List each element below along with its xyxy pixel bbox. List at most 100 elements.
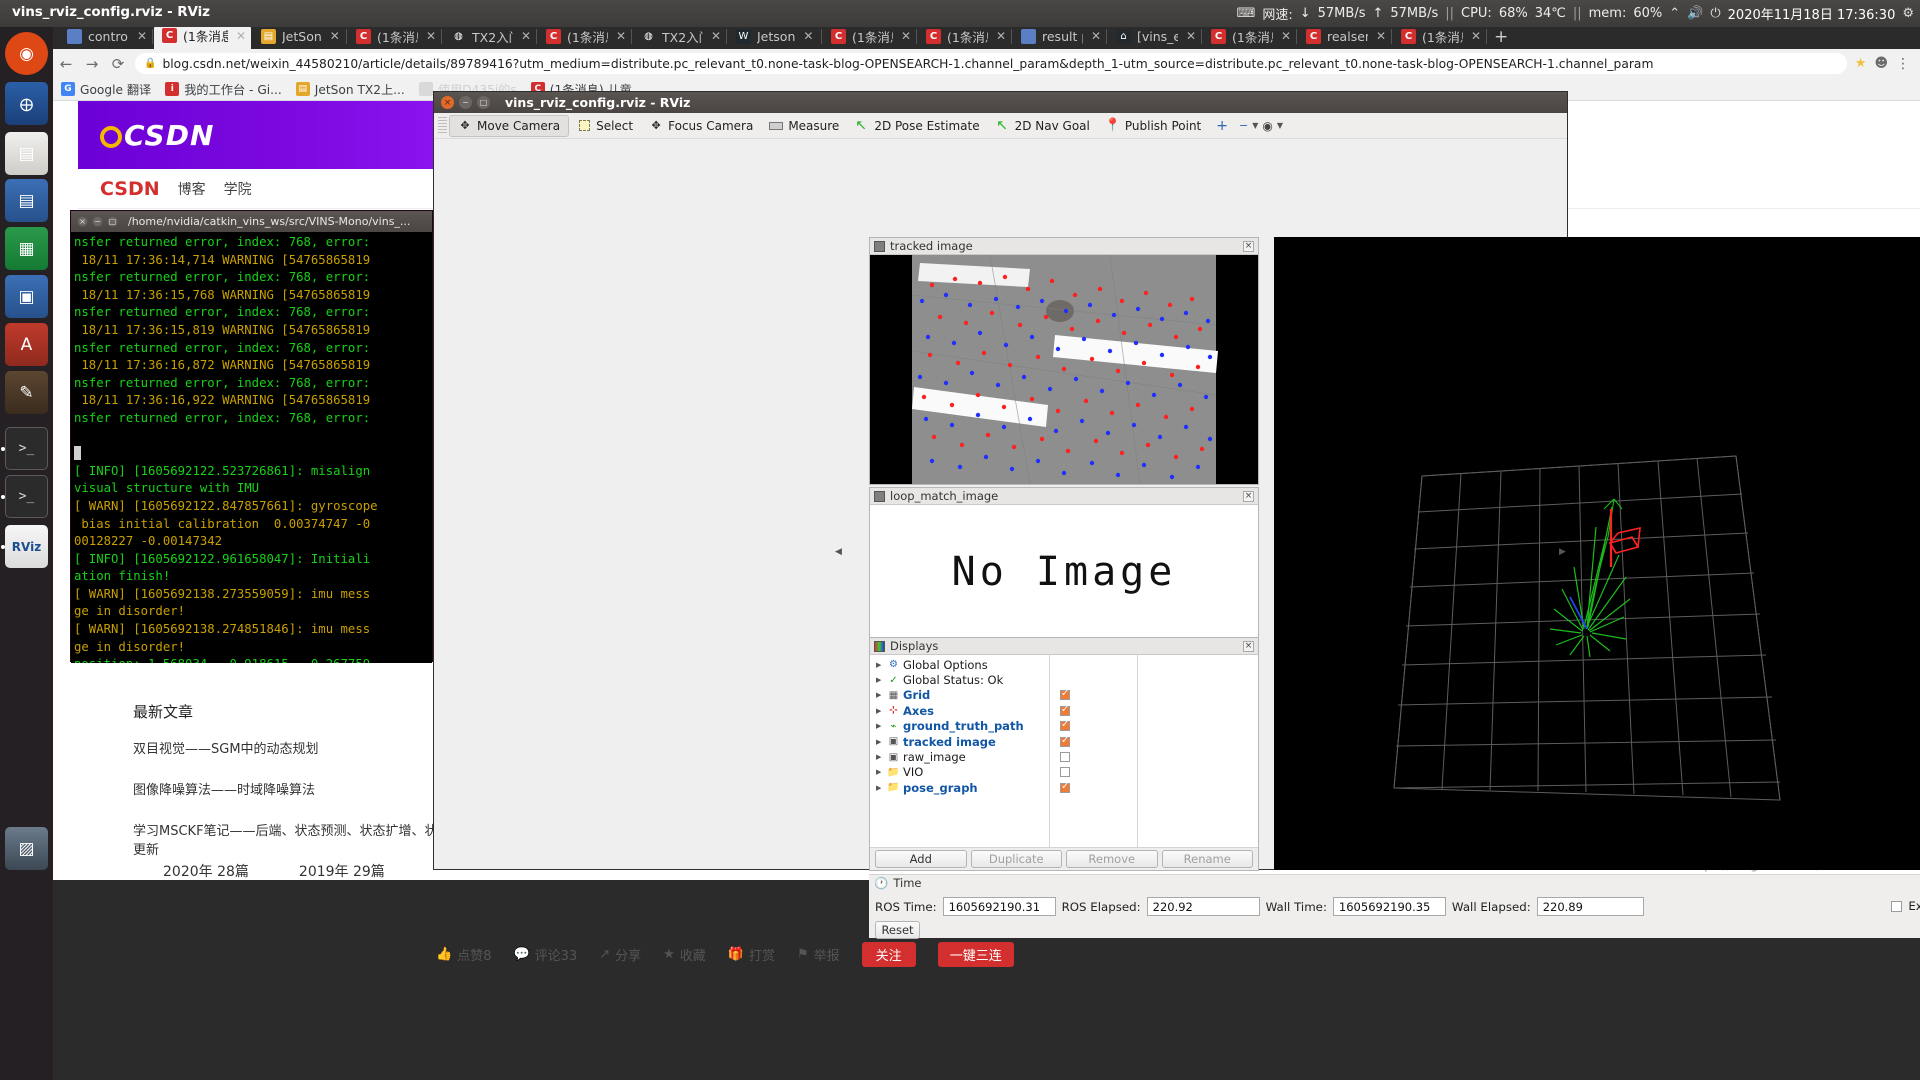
tab-close-icon[interactable]: ✕ bbox=[330, 29, 340, 43]
displays-enable-cell[interactable] bbox=[1050, 734, 1137, 749]
volume-icon[interactable]: 🔊 bbox=[1687, 7, 1703, 20]
launcher-libreoffice-calc-icon[interactable]: ▦ bbox=[5, 227, 48, 270]
latest-article-link[interactable]: 双目视觉——SGM中的动态规划 bbox=[133, 738, 463, 757]
rviz-tool-measure[interactable]: Measure bbox=[761, 116, 847, 136]
tracked-image-close-icon[interactable]: × bbox=[1243, 240, 1254, 252]
tab-close-icon[interactable]: ✕ bbox=[803, 29, 813, 43]
bookmark-item[interactable]: ▤ JetSon TX2上... bbox=[295, 80, 405, 98]
rviz-minimize-button[interactable]: − bbox=[459, 96, 472, 109]
tab-close-icon[interactable]: ✕ bbox=[236, 29, 246, 43]
experimental-checkbox[interactable] bbox=[1891, 900, 1903, 912]
terminal-minimize-icon[interactable]: − bbox=[92, 216, 103, 227]
new-tab-button[interactable]: + bbox=[1494, 27, 1508, 47]
rviz-tool-2d-pose-estimate[interactable]: ↑ 2D Pose Estimate bbox=[847, 116, 987, 136]
displays-enable-cell[interactable] bbox=[1050, 703, 1137, 718]
kebab-menu-icon[interactable]: ⋮ bbox=[1896, 56, 1920, 72]
csdn-action-favorite[interactable]: ★ 收藏 bbox=[663, 945, 706, 964]
display-enable-checkbox[interactable] bbox=[1060, 704, 1070, 716]
follow-button[interactable]: 关注 bbox=[861, 941, 916, 967]
displays-tree-item[interactable]: ▶ ⊹ Axes bbox=[870, 703, 1049, 718]
loop-match-image-close-icon[interactable]: × bbox=[1243, 490, 1254, 502]
tab-close-icon[interactable]: ✕ bbox=[711, 29, 721, 43]
display-enable-checkbox[interactable] bbox=[1060, 767, 1070, 778]
clock[interactable]: 2020年11月18日 17:36:30 bbox=[1728, 4, 1896, 23]
rviz-3d-viewport[interactable] bbox=[1274, 237, 1920, 870]
eye-icon[interactable]: ◉ bbox=[1258, 119, 1276, 133]
wall-elapsed-field[interactable]: 220.89 bbox=[1536, 897, 1644, 916]
rviz-maximize-button[interactable]: □ bbox=[477, 96, 490, 109]
tab-close-icon[interactable]: ✕ bbox=[996, 29, 1006, 43]
wall-time-field[interactable]: 1605692190.35 bbox=[1332, 897, 1446, 916]
wifi-icon[interactable]: ⌃ bbox=[1669, 7, 1680, 20]
launcher-files-icon[interactable]: ▤ bbox=[5, 132, 48, 175]
displays-tree-item[interactable]: ▶ ▣ raw_image bbox=[870, 749, 1049, 764]
ros-time-field[interactable]: 1605692190.31 bbox=[942, 897, 1056, 916]
rviz-tool-publish-point[interactable]: 📍 Publish Point bbox=[1098, 116, 1209, 136]
expand-chevron-icon[interactable]: ▶ bbox=[876, 753, 884, 761]
tab-close-icon[interactable]: ✕ bbox=[521, 29, 531, 43]
profile-icon[interactable]: ☻ bbox=[1874, 56, 1896, 71]
latest-article-link[interactable]: 图像降噪算法——时域降噪算法 bbox=[133, 779, 463, 798]
reset-button[interactable]: Reset bbox=[875, 921, 920, 939]
tab-close-icon[interactable]: ✕ bbox=[616, 29, 626, 43]
displays-tree-item[interactable]: ▶ ▣ tracked image bbox=[870, 734, 1049, 749]
launcher-rviz-icon[interactable]: RViz bbox=[5, 525, 48, 568]
rviz-tool-move-camera[interactable]: ✥ Move Camera bbox=[449, 114, 570, 137]
tab-close-icon[interactable]: ✕ bbox=[901, 29, 911, 43]
displays-enable-column[interactable] bbox=[1050, 655, 1138, 849]
address-bar[interactable]: 🔒 blog.csdn.net/weixin_44580210/article/… bbox=[135, 53, 1847, 74]
experimental-toggle[interactable]: Experimental bbox=[1891, 899, 1920, 913]
csdn-action-like[interactable]: 👍 点赞8 bbox=[436, 945, 491, 964]
expand-chevron-icon[interactable]: ▶ bbox=[876, 722, 884, 730]
launcher-ubuntu-dash-icon[interactable]: ◉ bbox=[5, 32, 48, 75]
launcher-libreoffice-impress-icon[interactable]: ▣ bbox=[5, 275, 48, 318]
power-icon[interactable]: ⏻ bbox=[1710, 7, 1720, 20]
displays-tree-item[interactable]: ▶ ✓ Global Status: Ok bbox=[870, 672, 1049, 687]
launcher-photo-icon[interactable]: ▨ bbox=[5, 827, 48, 870]
displays-enable-cell[interactable] bbox=[1050, 688, 1137, 703]
bookmark-item[interactable]: G Google 翻译 bbox=[61, 80, 151, 98]
displays-tree-item[interactable]: ▶ 📁 pose_graph bbox=[870, 780, 1049, 795]
display-enable-checkbox[interactable] bbox=[1060, 781, 1070, 793]
displays-tree[interactable]: ▶ ⚙ Global Options ▶ ✓ Global Status: Ok ▶ ▦ Gri… bbox=[870, 655, 1050, 849]
csdn-nav-blog[interactable]: 博客 bbox=[178, 179, 206, 199]
expand-chevron-icon[interactable]: ▶ bbox=[876, 691, 884, 699]
display-enable-checkbox[interactable] bbox=[1060, 719, 1070, 732]
displays-tree-item[interactable]: ▶ ▦ Grid bbox=[870, 688, 1049, 703]
displays-tree-item[interactable]: ▶ 📁 VIO bbox=[870, 765, 1049, 780]
displays-enable-cell[interactable] bbox=[1050, 719, 1137, 734]
launcher-firefox-icon[interactable]: 🜨 bbox=[5, 82, 48, 125]
expand-chevron-icon[interactable]: ▶ bbox=[876, 676, 884, 684]
one-click-three-link-button[interactable]: 一键三连 bbox=[937, 941, 1014, 967]
add-button[interactable]: Add bbox=[875, 850, 967, 868]
eye-chevron-down-icon[interactable]: ▼ bbox=[1277, 121, 1283, 130]
launcher-libreoffice-writer-icon[interactable]: ▤ bbox=[5, 179, 48, 222]
rviz-tool-focus-camera[interactable]: ✥ Focus Camera bbox=[641, 116, 761, 136]
session-gear-icon[interactable]: ⚙ bbox=[1902, 7, 1914, 20]
panel-collapse-left-icon[interactable]: ◀ bbox=[835, 547, 842, 557]
rviz-tool-2d-nav-goal[interactable]: ↑ 2D Nav Goal bbox=[988, 116, 1098, 136]
back-button[interactable]: ← bbox=[53, 55, 79, 73]
expand-chevron-icon[interactable]: ▶ bbox=[876, 738, 884, 746]
add-tool-button[interactable]: + bbox=[1209, 118, 1235, 134]
terminal-close-icon[interactable]: × bbox=[77, 216, 88, 227]
expand-chevron-icon[interactable]: ▶ bbox=[876, 707, 884, 715]
reload-button[interactable]: ⟳ bbox=[105, 55, 131, 73]
launcher-gimp-icon[interactable]: ✎ bbox=[5, 371, 48, 414]
expand-chevron-icon[interactable]: ▶ bbox=[876, 768, 884, 776]
rviz-close-button[interactable]: × bbox=[441, 96, 454, 109]
tab-close-icon[interactable]: ✕ bbox=[1471, 29, 1481, 43]
tab-close-icon[interactable]: ✕ bbox=[426, 29, 436, 43]
displays-enable-cell[interactable] bbox=[1050, 749, 1137, 764]
expand-chevron-icon[interactable]: ▶ bbox=[876, 661, 884, 669]
keyboard-icon[interactable]: ⌨ bbox=[1237, 7, 1256, 20]
csdn-nav-brand[interactable]: CSDN bbox=[100, 178, 160, 200]
tab-close-icon[interactable]: ✕ bbox=[1376, 29, 1386, 43]
toolbar-grip[interactable] bbox=[438, 116, 447, 135]
tab-close-icon[interactable]: ✕ bbox=[1091, 29, 1101, 43]
terminal-output[interactable]: nsfer returned error, index: 768, error:… bbox=[71, 232, 432, 663]
tab-close-icon[interactable]: ✕ bbox=[1281, 29, 1291, 43]
csdn-nav-academy[interactable]: 学院 bbox=[224, 179, 252, 199]
remove-tool-button[interactable]: − bbox=[1235, 119, 1252, 132]
archive-year[interactable]: 2019年 29篇 bbox=[299, 861, 385, 881]
